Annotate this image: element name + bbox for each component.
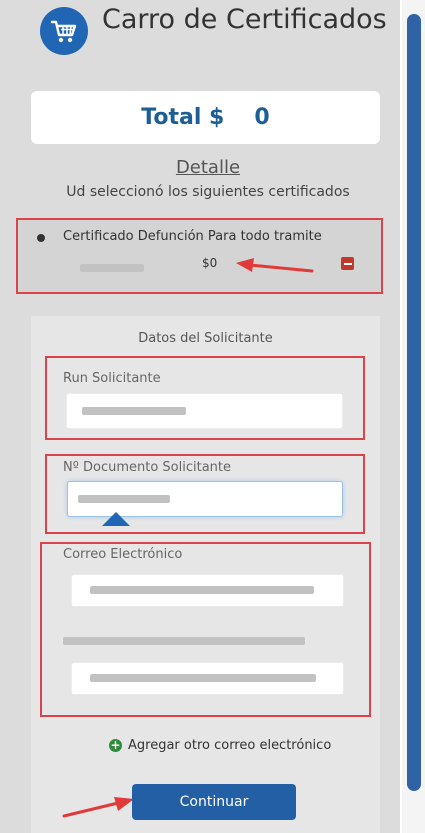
detail-subtitle: Ud seleccionó los siguientes certificado…	[66, 184, 350, 200]
bullet-icon	[37, 234, 45, 242]
blurred-text	[90, 674, 316, 682]
doc-label: Nº Documento Solicitante	[63, 460, 232, 475]
annotation-arrow-icon	[236, 258, 314, 273]
run-label: Run Solicitante	[63, 371, 161, 386]
text-cursor-handle-icon[interactable]	[102, 512, 130, 526]
blurred-text	[78, 495, 170, 503]
plus-circle-icon: +	[109, 738, 122, 752]
certificate-name: Certificado Defunción Para todo tramite	[63, 229, 322, 244]
add-email-link[interactable]: + Agregar otro correo electrónico	[109, 738, 331, 753]
page-title: Carro de Certificados	[102, 4, 387, 35]
detail-heading[interactable]: Detalle	[0, 157, 416, 178]
certificate-price: $0	[202, 256, 218, 270]
continue-button[interactable]: Continuar	[132, 784, 296, 820]
blurred-text	[82, 407, 186, 415]
blurred-text	[63, 637, 305, 645]
total-value: 0	[254, 105, 270, 130]
email-label: Correo Electrónico	[63, 547, 183, 562]
cart-icon	[40, 7, 88, 55]
blurred-text	[80, 264, 144, 272]
total-label: Total $	[141, 105, 225, 130]
form-title: Datos del Solicitante	[138, 331, 273, 346]
blurred-text	[90, 586, 314, 594]
add-email-label: Agregar otro correo electrónico	[128, 738, 332, 753]
scrollbar-thumb[interactable]	[407, 14, 421, 791]
annotation-arrow-icon	[62, 797, 134, 818]
remove-item-button[interactable]	[341, 257, 354, 270]
total-box: Total $ 0	[31, 91, 380, 144]
